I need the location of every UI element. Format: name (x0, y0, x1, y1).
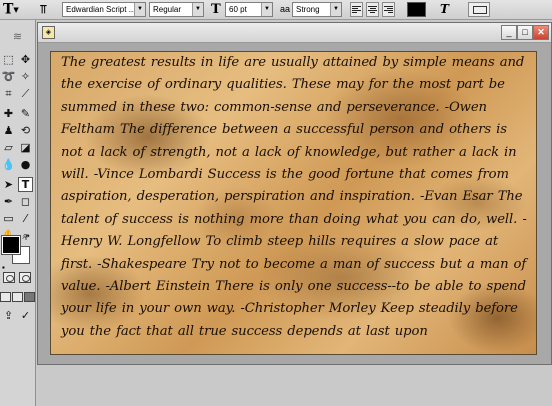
document-title-bar[interactable]: ◈ _ □ ✕ (38, 23, 551, 43)
brush-tool-icon[interactable]: ✎ (18, 106, 33, 121)
chevron-down-icon: ▼ (134, 3, 145, 16)
standard-mode-icon[interactable] (3, 272, 15, 283)
anti-alias-value: Strong (296, 5, 320, 14)
font-size-icon: T (211, 2, 221, 17)
crop-tool-icon[interactable]: ⌗ (1, 86, 16, 101)
chevron-down-icon: ▼ (261, 3, 272, 16)
font-family-select[interactable]: Edwardian Script ... ▼ (62, 2, 146, 17)
text-orientation-toggle-icon[interactable]: ⫪ (40, 2, 56, 17)
chevron-down-icon: ▼ (192, 3, 203, 16)
anti-alias-select[interactable]: Strong ▼ (292, 2, 342, 17)
font-size-value: 60 pt (229, 5, 247, 14)
canvas-text-layer[interactable]: The greatest results in life are usually… (61, 52, 533, 343)
move-tool-icon[interactable]: ✥ (18, 52, 33, 67)
history-brush-tool-icon[interactable]: ⟲ (18, 123, 33, 138)
jump-to-imageready-icon[interactable]: ⇪ (1, 308, 16, 323)
font-style-select[interactable]: Regular ▼ (149, 2, 204, 17)
full-screen-menu-mode-icon[interactable] (12, 292, 23, 302)
pen-tool-icon[interactable]: ✒ (1, 194, 16, 209)
maximize-button[interactable]: □ (517, 25, 533, 40)
lasso-tool-icon[interactable]: ➰ (1, 69, 16, 84)
align-center-button[interactable] (366, 2, 379, 17)
paint-bucket-tool-icon[interactable]: ◪ (18, 140, 33, 155)
type-tool-icon[interactable]: T (18, 177, 33, 192)
notes-tool-icon[interactable]: ▭ (1, 211, 16, 226)
minimize-button[interactable]: _ (501, 25, 517, 40)
warp-text-icon[interactable]: T (440, 2, 456, 17)
font-family-value: Edwardian Script ... (66, 5, 136, 14)
healing-brush-tool-icon[interactable]: ✚ (1, 106, 16, 121)
dodge-tool-icon[interactable]: ● (18, 157, 33, 172)
align-left-button[interactable] (350, 2, 363, 17)
foreground-color-swatch[interactable] (1, 235, 21, 255)
anti-alias-icon: aa (280, 4, 291, 14)
slice-tool-icon[interactable]: ⟋ (18, 86, 33, 101)
document-icon: ◈ (42, 26, 55, 39)
type-tool-icon: T (3, 1, 14, 18)
quick-mask-mode-icon[interactable] (19, 272, 31, 283)
tool-preset-picker[interactable]: T▼ (3, 2, 33, 17)
text-color-swatch[interactable] (407, 2, 426, 17)
full-screen-mode-icon[interactable] (24, 292, 35, 302)
toolbox: ≋ ⬚ ✥ ➰ ✧ ⌗ ⟋ ✚ ✎ ♟ ⟲ ▱ ◪ 💧 ● ➤ T ✒ ◻ ▭ … (0, 20, 36, 406)
default-colors-icon[interactable]: ▪ (2, 264, 5, 272)
path-selection-tool-icon[interactable]: ➤ (1, 177, 16, 192)
eyedropper-tool-icon[interactable]: ⁄ (18, 211, 33, 226)
chevron-down-icon: ▼ (330, 3, 341, 16)
marquee-tool-icon[interactable]: ⬚ (1, 52, 16, 67)
imageready-check-icon[interactable]: ✓ (18, 308, 33, 323)
blur-tool-icon[interactable]: 💧 (1, 157, 16, 172)
options-bar: T▼ ⫪ Edwardian Script ... ▼ Regular ▼ T … (0, 0, 552, 20)
swap-colors-icon[interactable]: ↱ (24, 234, 31, 242)
image-canvas[interactable]: The greatest results in life are usually… (50, 51, 537, 355)
document-window: ◈ _ □ ✕ The greatest results in life are… (37, 22, 552, 365)
clone-stamp-tool-icon[interactable]: ♟ (1, 123, 16, 138)
chevron-down-icon: ▼ (13, 5, 19, 14)
shape-tool-icon[interactable]: ◻ (18, 194, 33, 209)
standard-screen-mode-icon[interactable] (0, 292, 11, 302)
magic-wand-tool-icon[interactable]: ✧ (18, 69, 33, 84)
align-right-button[interactable] (382, 2, 395, 17)
feather-logo-icon: ≋ (12, 31, 23, 43)
font-size-select[interactable]: 60 pt ▼ (225, 2, 273, 17)
font-style-value: Regular (153, 5, 182, 14)
eraser-tool-icon[interactable]: ▱ (1, 140, 16, 155)
close-button[interactable]: ✕ (533, 25, 549, 40)
toggle-palettes-button[interactable] (468, 2, 490, 17)
